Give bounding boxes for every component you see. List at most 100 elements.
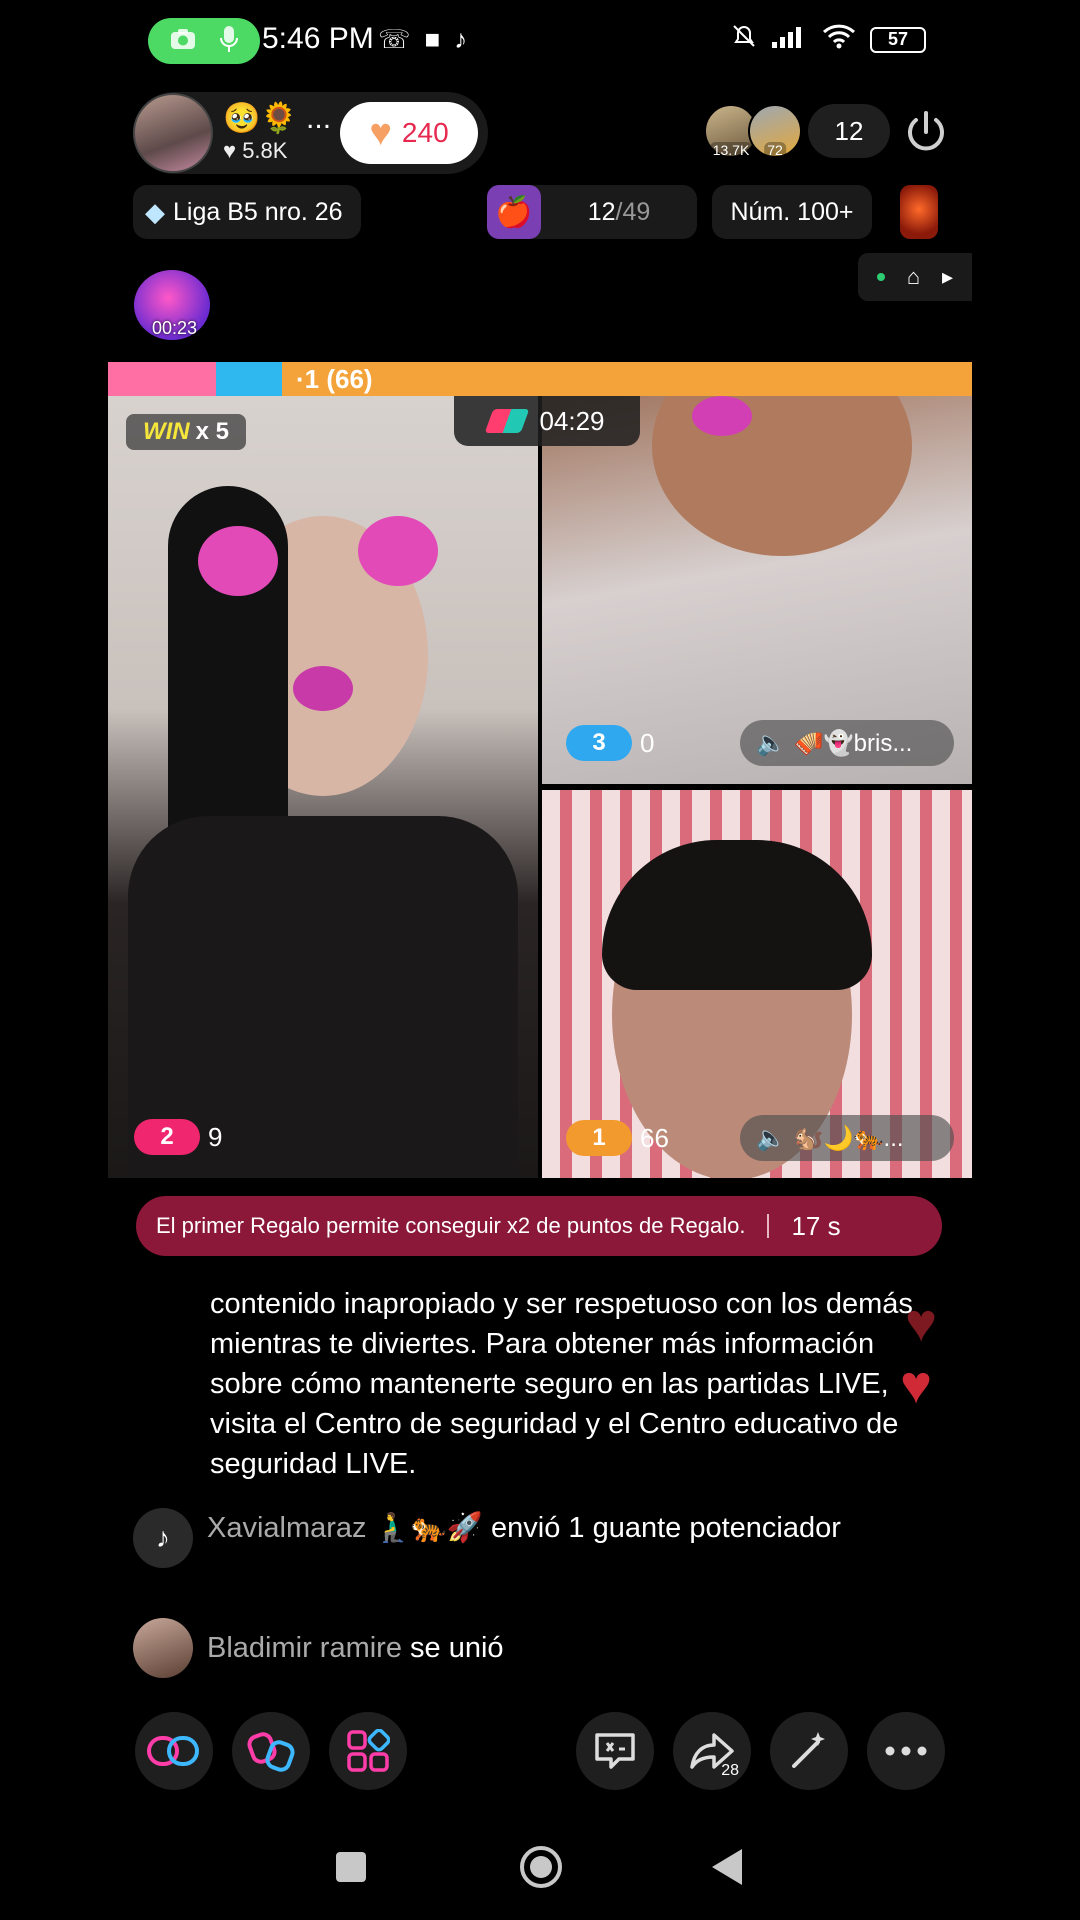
- battle-timer-value: 04:29: [539, 405, 605, 436]
- hair-shape: [602, 840, 872, 990]
- home-nav-button[interactable]: [520, 1846, 562, 1888]
- viewer-avatar[interactable]: 72: [748, 104, 802, 158]
- signal-icon: [772, 24, 808, 55]
- mini-controls[interactable]: ⌂ ▸: [858, 253, 972, 301]
- league-label: Liga B5 nro. 26: [173, 197, 343, 226]
- tile-user-top-right[interactable]: 🔈 🪗👻bris...: [740, 720, 954, 766]
- microphone-icon: [219, 25, 239, 58]
- win-multiplier: x 5: [195, 418, 230, 445]
- home-dot-icon: [530, 1856, 552, 1878]
- orange-heart-icon: ♥: [369, 112, 392, 154]
- promo-countdown: 17 s: [791, 1210, 841, 1241]
- host-likes-count: 5.8K: [242, 138, 288, 163]
- host-avatar[interactable]: [133, 93, 213, 173]
- chat-icon: [595, 1733, 635, 1769]
- tile-username: 🪗👻bris...: [793, 729, 913, 757]
- chat-message-text: Xavialmaraz 🧎‍♂️🐅🚀 envió 1 guante potenc…: [207, 1508, 841, 1548]
- tile-username: 🐿️🌙🐅...: [793, 1124, 904, 1152]
- ranking-text: 12/49: [587, 197, 651, 226]
- chat-body: se unió: [401, 1632, 504, 1664]
- close-live-button[interactable]: [902, 108, 950, 156]
- chat-username[interactable]: Xavialmaraz 🧎‍♂️🐅🚀: [207, 1512, 483, 1544]
- speaker-icon[interactable]: 🔈: [756, 1124, 786, 1153]
- magic-wand-icon: [792, 1732, 825, 1768]
- floating-heart-icon: ♥: [905, 1293, 938, 1353]
- more-button[interactable]: [867, 1712, 945, 1790]
- effects-button[interactable]: [770, 1712, 848, 1790]
- screen-recording-indicator[interactable]: [148, 18, 260, 64]
- promo-text: El primer Regalo permite conseguir x2 de…: [156, 1213, 746, 1238]
- battle-video-grid: [108, 396, 972, 1178]
- follow-count: 240: [401, 117, 449, 148]
- tile-rank: 2: [134, 1119, 200, 1155]
- apple-icon: 🍎: [487, 185, 541, 239]
- tile-rank: 3: [566, 725, 632, 761]
- promo-divider: [767, 1214, 770, 1238]
- boxing-gloves-icon: [247, 1732, 295, 1772]
- battle-score-bar: ·1 (66): [108, 362, 972, 396]
- ranking-badge[interactable]: 🍎 12/49: [487, 185, 697, 239]
- floating-heart-icon: ♥: [900, 1355, 933, 1415]
- chat-message[interactable]: Bladimir ramire se unió: [133, 1618, 953, 1678]
- tile-score-top-right: 3 0: [566, 725, 654, 761]
- chat-message-text: Bladimir ramire se unió: [207, 1628, 504, 1668]
- video-icon: ■: [424, 24, 441, 54]
- battle-button[interactable]: [232, 1712, 310, 1790]
- heart-icon: ♥: [223, 138, 237, 163]
- host-profile-card[interactable]: 🥹🌻 ... ♥ 5.8K ♥ 240: [133, 92, 488, 174]
- play-icon[interactable]: ▸: [942, 264, 953, 290]
- lantern-icon[interactable]: [900, 185, 938, 239]
- gift-promo-banner[interactable]: El primer Regalo permite conseguir x2 de…: [136, 1196, 942, 1256]
- viewer-badge: 13.7K: [709, 142, 753, 158]
- grid-icon: [347, 1729, 390, 1772]
- tile-score-main: 2 9: [134, 1119, 222, 1155]
- diamond-icon: ◆: [145, 196, 165, 227]
- viewer-badge: 72: [764, 142, 786, 158]
- multi-guest-button[interactable]: [135, 1712, 213, 1790]
- apps-button[interactable]: [329, 1712, 407, 1790]
- chat-safety-notice: contenido inapropiado y ser respetuoso c…: [210, 1288, 913, 1480]
- user-avatar[interactable]: [133, 1618, 193, 1678]
- chat-username[interactable]: Bladimir ramire: [207, 1632, 402, 1664]
- tile-score: 66: [640, 1122, 669, 1153]
- link-icon: [147, 1736, 199, 1766]
- tile-score: 9: [208, 1121, 223, 1152]
- wifi-icon: [822, 23, 856, 56]
- live-dot-icon: [876, 273, 885, 281]
- speaker-icon[interactable]: 🔈: [756, 729, 786, 758]
- comment-button[interactable]: [576, 1712, 654, 1790]
- host-likes: ♥ 5.8K: [223, 138, 343, 164]
- back-nav-button[interactable]: [712, 1849, 742, 1885]
- tile-rank: 1: [566, 1120, 632, 1156]
- score-segment-blue: [216, 362, 282, 396]
- tile-user-bottom-right[interactable]: 🔈 🐿️🌙🐅...: [740, 1115, 954, 1161]
- streamer-video: [652, 396, 912, 556]
- chat-message[interactable]: ♪ Xavialmaraz 🧎‍♂️🐅🚀 envió 1 guante pote…: [133, 1508, 953, 1568]
- tile-score: 0: [640, 727, 655, 758]
- win-label: WIN: [142, 418, 190, 445]
- follow-button[interactable]: ♥ 240: [340, 102, 478, 164]
- host-info: 🥹🌻 ... ♥ 5.8K: [223, 102, 343, 164]
- more-icon: [885, 1746, 927, 1756]
- top-viewers[interactable]: 13.7K 72 12: [704, 104, 890, 158]
- nose-filter: [692, 396, 752, 436]
- tile-score-bottom-right: 1 66: [566, 1120, 669, 1156]
- video-tile-main[interactable]: [108, 396, 538, 1178]
- camera-icon: [170, 28, 196, 55]
- tiktok-avatar-icon[interactable]: ♪: [133, 1508, 193, 1568]
- score-bar-text: ·1 (66): [296, 363, 373, 394]
- ear-filter: [198, 526, 278, 596]
- win-streak-badge: WIN x 5: [126, 414, 246, 450]
- battery-icon: 57: [870, 26, 926, 53]
- share-count: 28: [721, 1762, 739, 1779]
- whatsapp-icon: ☏: [378, 24, 411, 54]
- number-badge[interactable]: Núm. 100+: [712, 185, 872, 239]
- tiktok-icon: ♪: [454, 24, 468, 54]
- share-button[interactable]: 28: [673, 1712, 751, 1790]
- home-icon[interactable]: ⌂: [907, 264, 920, 290]
- recents-nav-button[interactable]: [336, 1852, 366, 1882]
- league-badge[interactable]: ◆ Liga B5 nro. 26: [133, 185, 361, 239]
- chat-body: envió 1 guante potenciador: [482, 1512, 841, 1544]
- viewer-count[interactable]: 12: [808, 104, 890, 158]
- battle-icon: [485, 409, 530, 433]
